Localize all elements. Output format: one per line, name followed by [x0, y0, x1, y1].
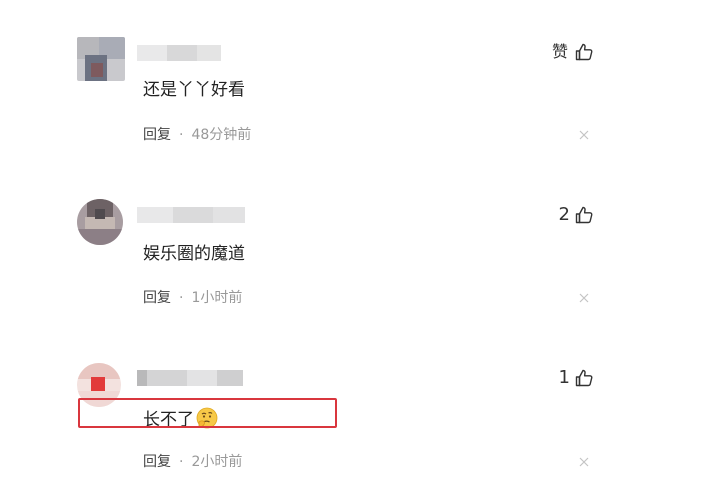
like-button[interactable]: 1: [559, 366, 594, 390]
timestamp: 1小时前: [191, 290, 243, 306]
reply-row: 回复 · 2小时前: [143, 453, 242, 471]
thumbs-up-icon: [575, 369, 593, 387]
reply-button[interactable]: 回复: [143, 127, 171, 143]
avatar[interactable]: [77, 37, 125, 81]
reply-row: 回复 · 48分钟前: [143, 126, 251, 144]
comment-text: 还是丫丫好看: [143, 80, 245, 100]
like-count: 2: [558, 204, 570, 225]
close-icon[interactable]: [578, 292, 590, 304]
separator-dot: ·: [179, 454, 184, 470]
thumbs-up-icon: [575, 206, 593, 224]
like-button[interactable]: 赞: [552, 40, 594, 64]
thumbs-up-icon: [575, 43, 593, 61]
separator-dot: ·: [179, 127, 184, 143]
highlight-annotation-box: [78, 398, 337, 428]
username-blurred[interactable]: [137, 45, 221, 61]
like-label: 赞: [551, 42, 568, 61]
avatar[interactable]: [77, 199, 123, 245]
close-icon[interactable]: [578, 456, 590, 468]
reply-button[interactable]: 回复: [143, 454, 171, 470]
comment-item: 娱乐圈的魔道 2 回复 · 1小时前: [0, 163, 716, 313]
reply-row: 回复 · 1小时前: [143, 289, 242, 307]
timestamp: 48分钟前: [191, 127, 252, 143]
username-blurred[interactable]: [137, 370, 243, 386]
timestamp: 2小时前: [191, 454, 243, 470]
separator-dot: ·: [179, 290, 184, 306]
close-icon[interactable]: [578, 129, 590, 141]
like-count: 1: [558, 367, 570, 388]
reply-button[interactable]: 回复: [143, 290, 171, 306]
comment-text: 娱乐圈的魔道: [143, 244, 245, 264]
comment-item: 还是丫丫好看 赞 回复 · 48分钟前: [0, 0, 716, 150]
like-button[interactable]: 2: [559, 203, 594, 227]
username-blurred[interactable]: [137, 207, 245, 223]
